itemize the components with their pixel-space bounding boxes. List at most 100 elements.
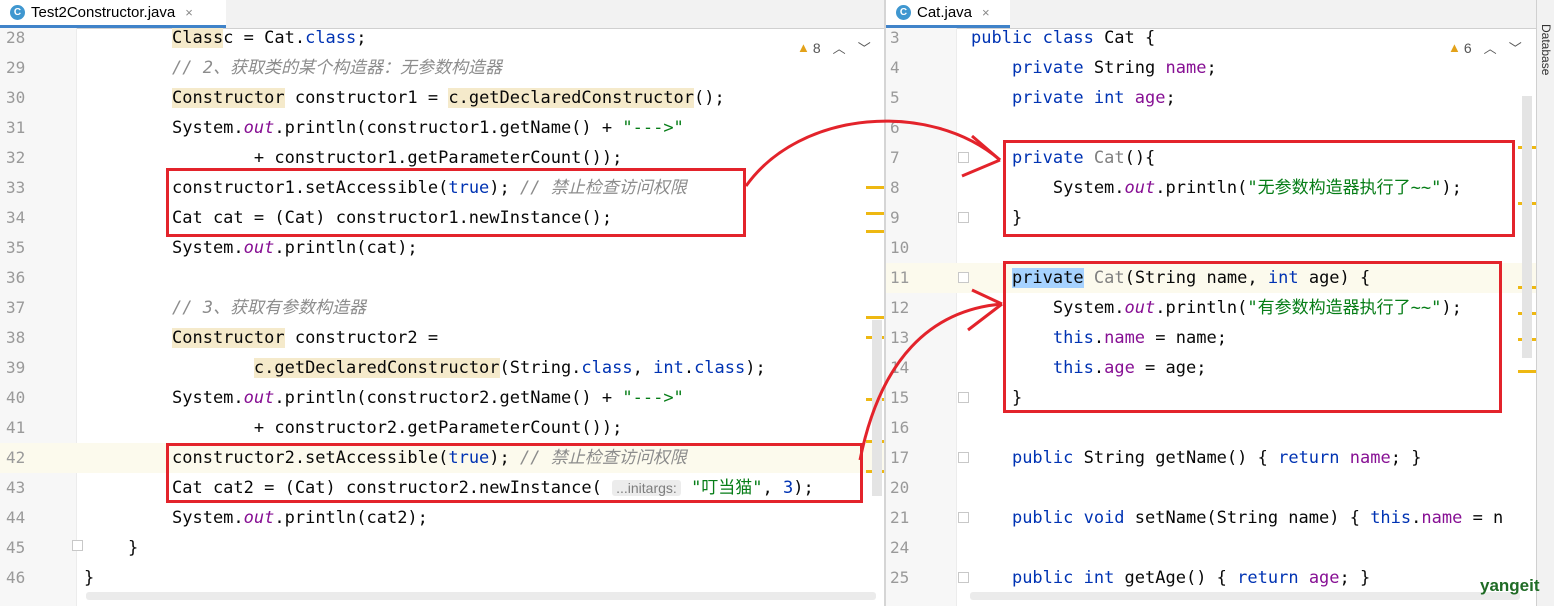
- right-inspection-widget[interactable]: ▲ 6 ︿ ﹀: [1448, 38, 1522, 57]
- code-token: "--->": [622, 388, 684, 408]
- code-line[interactable]: 6: [886, 113, 1536, 143]
- code-token: ();: [694, 88, 725, 108]
- code-token: System.: [172, 508, 244, 528]
- fold-marker-icon[interactable]: [958, 272, 969, 283]
- right-vertical-scrollbar[interactable]: [1522, 96, 1532, 358]
- line-number: 44: [6, 508, 26, 527]
- code-text: private int age;: [971, 83, 1176, 113]
- line-number: 31: [6, 118, 26, 137]
- line-number: 25: [890, 568, 910, 587]
- code-token: System.: [172, 238, 244, 258]
- code-line[interactable]: 31 System.out.println(constructor1.getNam…: [0, 113, 884, 143]
- expand-marker-icon[interactable]: [958, 572, 969, 583]
- fold-marker-icon[interactable]: [72, 540, 83, 551]
- code-line[interactable]: 24: [886, 533, 1536, 563]
- left-vertical-scrollbar[interactable]: [872, 320, 882, 496]
- left-inspection-widget[interactable]: ▲ 8 ︿ ﹀: [797, 38, 871, 57]
- database-tool-button[interactable]: Database: [1539, 24, 1553, 94]
- fold-marker-icon[interactable]: [958, 392, 969, 403]
- warning-icon: ▲: [797, 40, 810, 55]
- code-line[interactable]: 44 System.out.println(cat2);: [0, 503, 884, 533]
- fold-marker-icon[interactable]: [958, 212, 969, 223]
- code-token: name: [1165, 58, 1207, 78]
- code-line[interactable]: 45}: [0, 533, 884, 563]
- code-line[interactable]: 29 // 2、获取类的某个构造器：无参数构造器: [0, 53, 884, 83]
- code-token: private: [1011, 58, 1084, 78]
- line-number: 21: [890, 508, 910, 527]
- line-number: 12: [890, 298, 910, 317]
- code-token: ;: [356, 28, 367, 48]
- code-line[interactable]: 41 + constructor2.getParameterCount());: [0, 413, 884, 443]
- chevron-down-icon[interactable]: ﹀: [1509, 38, 1522, 57]
- code-line[interactable]: 40 System.out.println(constructor2.getNam…: [0, 383, 884, 413]
- code-line[interactable]: 36: [0, 263, 884, 293]
- code-token: public int: [1011, 568, 1115, 588]
- code-text: // 2、获取类的某个构造器：无参数构造器: [172, 53, 502, 83]
- code-line[interactable]: 30 Constructor constructor1 = c.getDeclar…: [0, 83, 884, 113]
- code-token: out: [243, 388, 275, 408]
- watermark: yangeit: [1480, 576, 1540, 595]
- code-text: }: [84, 563, 94, 593]
- code-line[interactable]: 4 private String name;: [886, 53, 1536, 83]
- right-horizontal-scrollbar[interactable]: [970, 592, 1520, 600]
- left-code-area[interactable]: 28 Classc = Cat.class; 29// 2、获取类的某个构造器：无参…: [0, 28, 884, 606]
- code-line[interactable]: 28 Classc = Cat.class;: [0, 23, 884, 53]
- chevron-up-icon[interactable]: ︿: [1484, 38, 1497, 57]
- code-line[interactable]: 10: [886, 233, 1536, 263]
- code-line[interactable]: 17 public String getName() { return name…: [886, 443, 1536, 473]
- expand-marker-icon[interactable]: [958, 512, 969, 523]
- fold-marker-icon[interactable]: [958, 152, 969, 163]
- code-token: out: [243, 238, 275, 258]
- expand-marker-icon[interactable]: [958, 452, 969, 463]
- code-token: );: [745, 358, 776, 378]
- java-class-icon: C: [10, 5, 25, 20]
- code-token: public class: [971, 28, 1094, 48]
- warning-marker[interactable]: [1518, 370, 1536, 373]
- code-token: Constructor: [172, 88, 285, 108]
- warning-count: 6: [1463, 39, 1472, 56]
- code-token: }: [84, 568, 95, 588]
- code-text: public String getName() { return name; }: [971, 443, 1421, 473]
- warning-icon: ▲: [1448, 40, 1461, 55]
- line-number: 30: [6, 88, 26, 107]
- warning-marker[interactable]: [866, 230, 884, 233]
- chevron-down-icon[interactable]: ﹀: [858, 38, 871, 57]
- line-number: 36: [6, 268, 26, 287]
- code-line[interactable]: 39 c.getDeclaredConstructor(String.class…: [0, 353, 884, 383]
- line-number: 8: [890, 178, 900, 197]
- code-line[interactable]: 16: [886, 413, 1536, 443]
- close-icon[interactable]: ×: [982, 5, 990, 20]
- code-token: ; }: [1390, 448, 1422, 468]
- code-token: int: [653, 358, 684, 378]
- code-line[interactable]: 25 public int getAge() { return age; }: [886, 563, 1536, 593]
- line-number: 16: [890, 418, 910, 437]
- code-line[interactable]: 37 // 3、获取有参数构造器: [0, 293, 884, 323]
- line-number: 40: [6, 388, 26, 407]
- code-token: return: [1237, 568, 1299, 588]
- line-number: 4: [890, 58, 900, 77]
- code-token: String: [1073, 448, 1156, 468]
- left-horizontal-scrollbar[interactable]: [86, 592, 876, 600]
- code-token: ;: [1206, 58, 1217, 78]
- code-token: class: [305, 28, 357, 48]
- code-line[interactable]: 3 public class Cat {: [886, 23, 1536, 53]
- code-line[interactable]: 21 public void setName(String name) { th…: [886, 503, 1536, 533]
- line-number: 11: [890, 268, 910, 287]
- warning-marker[interactable]: [866, 316, 884, 319]
- code-text: Constructor constructor1 = c.getDeclared…: [172, 83, 725, 113]
- close-icon[interactable]: ×: [185, 5, 193, 20]
- code-line[interactable]: 20: [886, 473, 1536, 503]
- line-number: 13: [890, 328, 910, 347]
- code-line[interactable]: 5 private int age;: [886, 83, 1536, 113]
- chevron-up-icon[interactable]: ︿: [833, 38, 846, 57]
- code-token: ;: [1165, 88, 1176, 108]
- code-line[interactable]: 46}: [0, 563, 884, 593]
- code-line[interactable]: 35 System.out.println(cat);: [0, 233, 884, 263]
- warning-marker[interactable]: [866, 186, 884, 189]
- warning-marker[interactable]: [866, 212, 884, 215]
- code-line[interactable]: 38 Constructor constructor2 =: [0, 323, 884, 353]
- line-number: 17: [890, 448, 910, 467]
- code-token: public: [1011, 448, 1074, 468]
